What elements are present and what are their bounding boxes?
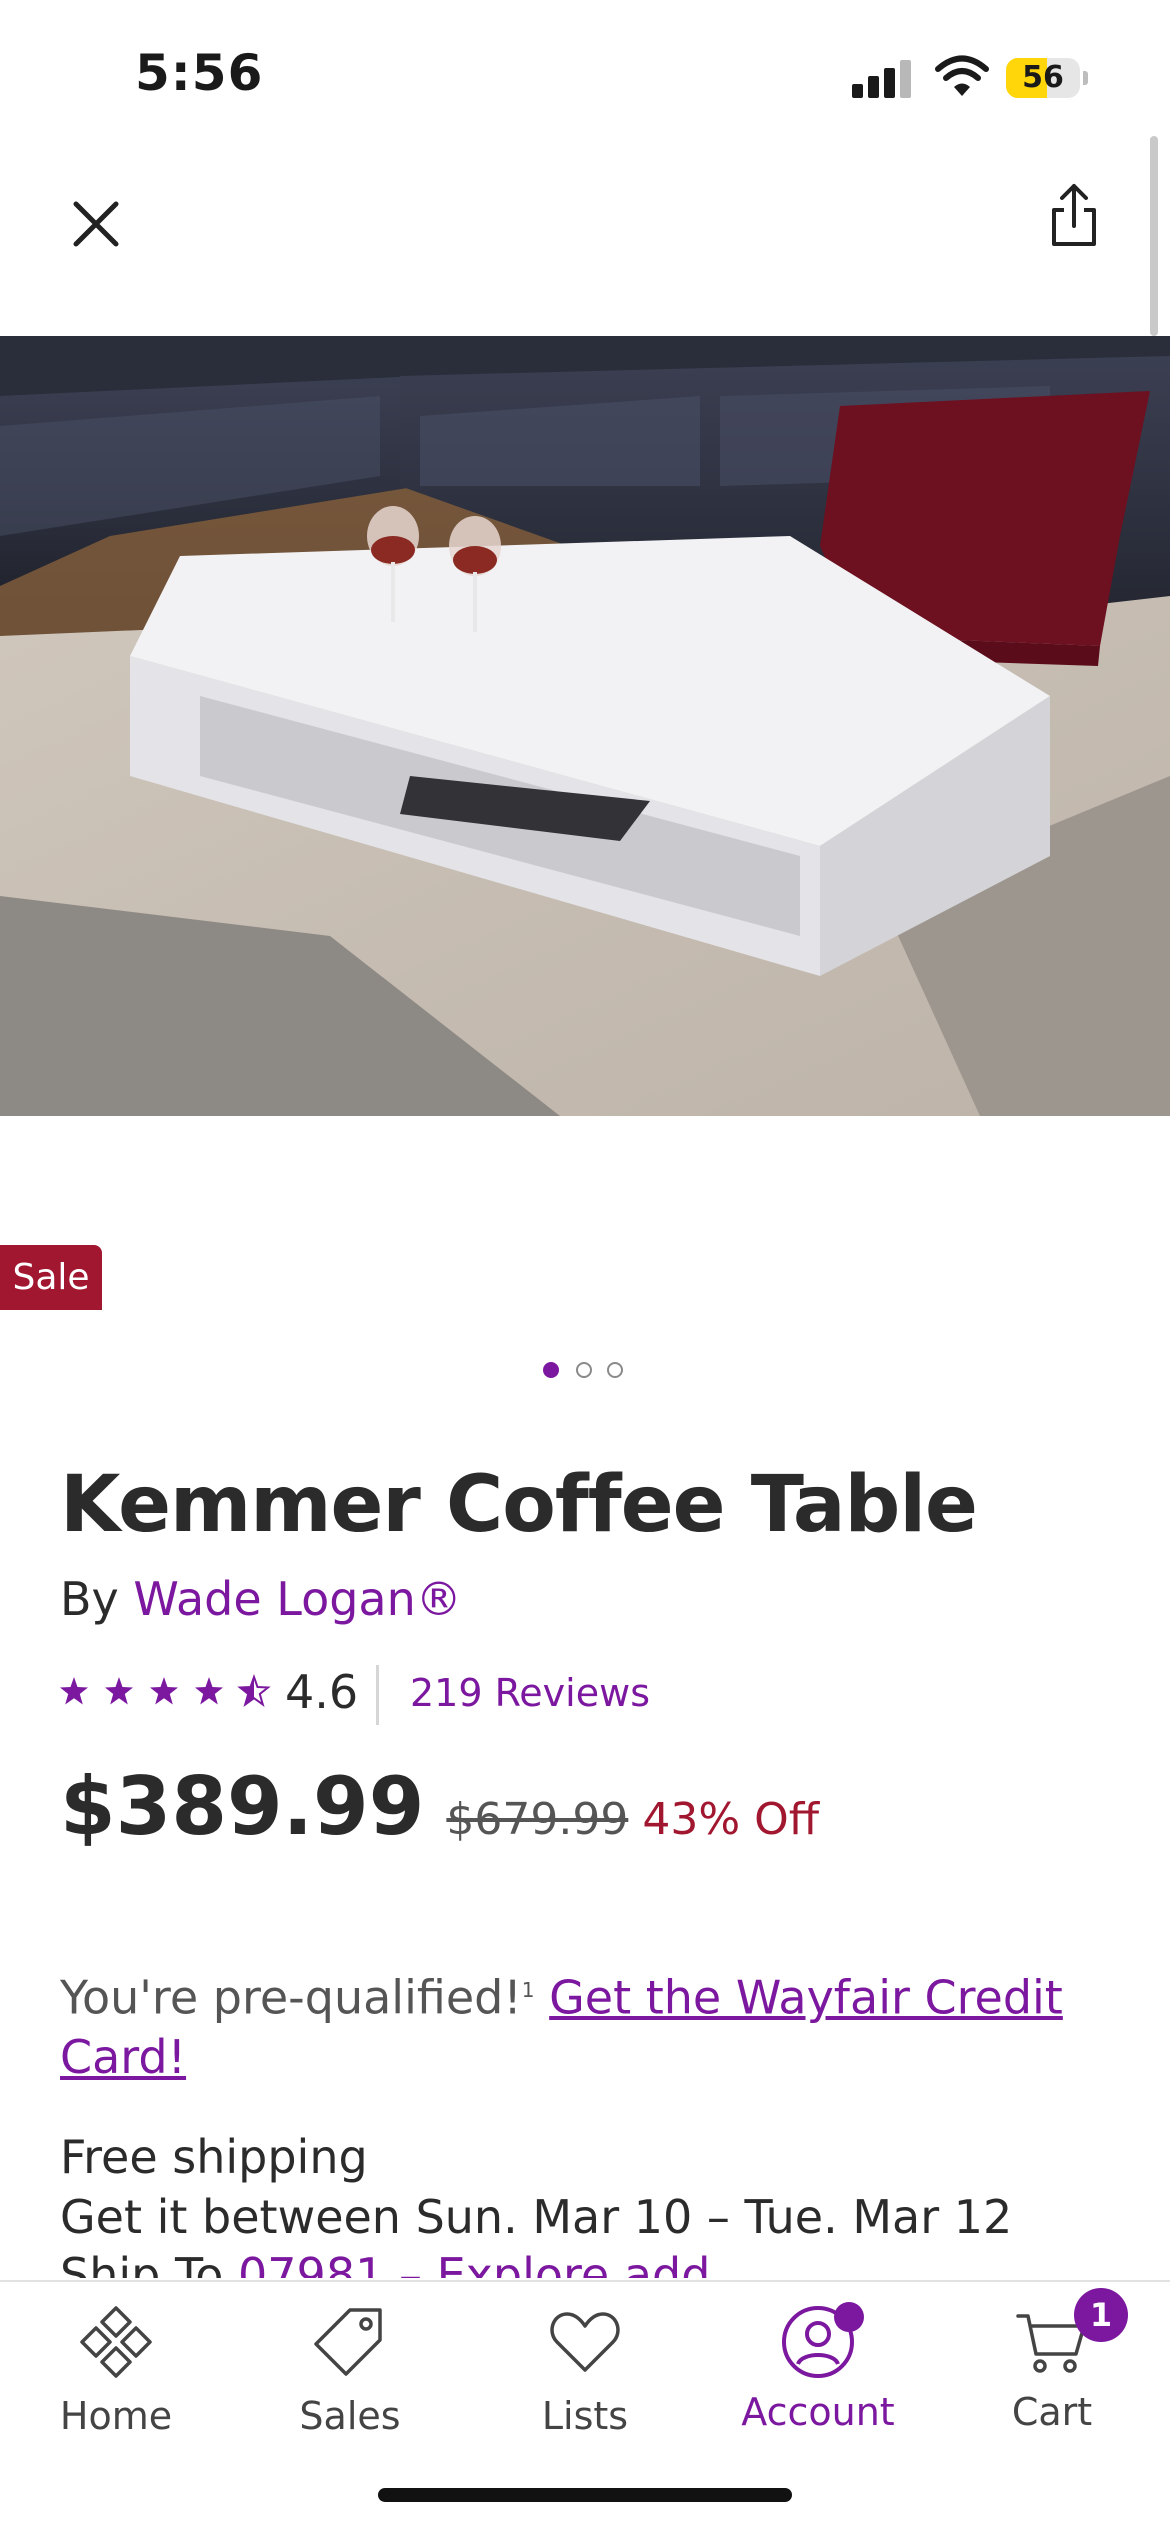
product-title: Kemmer Coffee Table <box>60 1460 978 1550</box>
carousel-dot[interactable] <box>543 1362 559 1378</box>
nav-label: Sales <box>299 2394 401 2438</box>
nav-lists[interactable]: Lists <box>485 2302 685 2462</box>
scrollbar[interactable] <box>1150 136 1158 336</box>
carousel-dot[interactable] <box>607 1362 623 1378</box>
rating-value: 4.6 <box>285 1665 359 1719</box>
home-icon <box>80 2306 152 2378</box>
nav-label: Cart <box>1011 2390 1093 2434</box>
carousel-indicator[interactable] <box>543 1362 627 1384</box>
delivery-dates: Get it between Sun. Mar 10 – Tue. Mar 12 <box>60 2190 1013 2244</box>
nav-home[interactable]: Home <box>16 2302 216 2462</box>
nav-account[interactable]: Account <box>718 2302 918 2462</box>
share-icon[interactable] <box>1036 180 1112 256</box>
price-row: $389.99 $679.99 43% Off <box>60 1760 819 1853</box>
zip-link[interactable]: 07981 – Explore add <box>238 2248 710 2278</box>
nav-cart[interactable]: 1 Cart <box>952 2288 1152 2462</box>
wifi-icon <box>935 55 989 96</box>
shipping-title: Free shipping <box>60 2130 368 2184</box>
close-icon[interactable] <box>60 188 132 260</box>
nav-label: Home <box>59 2394 173 2438</box>
sale-badge: Sale <box>0 1245 102 1310</box>
credit-offer: You're pre-qualified!1 Get the Wayfair C… <box>60 1960 1120 2087</box>
original-price: $679.99 <box>446 1794 629 1845</box>
battery-icon: 56 <box>1006 58 1088 98</box>
reviews-link[interactable]: 219 Reviews <box>410 1671 650 1715</box>
nav-label: Account <box>741 2390 895 2434</box>
cellular-signal-icon <box>852 58 914 98</box>
carousel-dot[interactable] <box>576 1362 592 1378</box>
current-price: $389.99 <box>60 1760 425 1853</box>
battery-percent: 56 <box>1022 60 1064 95</box>
notification-dot <box>834 2302 864 2332</box>
status-time: 5:56 <box>135 44 264 102</box>
product-image[interactable] <box>0 336 1170 1116</box>
discount-label: 43% Off <box>642 1794 820 1845</box>
rating-stars <box>60 1676 269 1706</box>
ship-to[interactable]: Ship To 07981 – Explore add <box>60 2248 710 2278</box>
nav-sales[interactable]: Sales <box>250 2302 450 2462</box>
by-label: By <box>60 1572 119 1626</box>
divider <box>376 1665 379 1725</box>
home-indicator[interactable] <box>378 2488 792 2502</box>
footnote-marker: 1 <box>521 1978 535 2002</box>
nav-label: Lists <box>541 2394 629 2438</box>
tag-icon <box>314 2308 382 2376</box>
cart-count-badge: 1 <box>1074 2288 1128 2342</box>
ship-to-label: Ship To <box>60 2248 224 2278</box>
brand-link[interactable]: Wade Logan® <box>133 1572 461 1626</box>
heart-icon <box>550 2312 620 2372</box>
brand-line: By Wade Logan® <box>60 1572 462 1626</box>
prequalified-text: You're pre-qualified! <box>60 1970 522 2025</box>
